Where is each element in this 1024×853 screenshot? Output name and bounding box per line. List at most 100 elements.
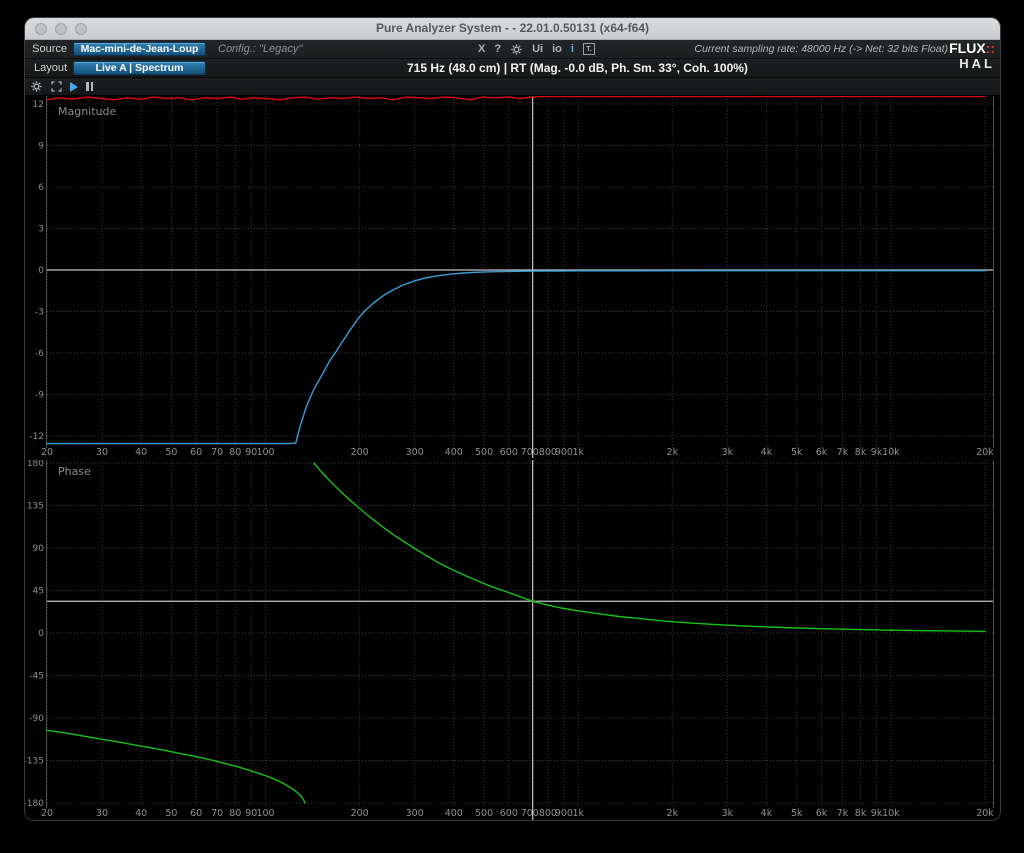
toolbar: Source Mac-mini-de-Jean-Loup Config.: "L…	[25, 40, 1000, 78]
x-tick-label: 500	[475, 447, 493, 458]
close-icon[interactable]: X	[478, 44, 485, 55]
magnitude-chart[interactable]: 2030405060708090100200300400500600700800…	[25, 96, 1000, 460]
y-tick-label: 180	[27, 460, 44, 469]
x-tick-label: 700	[521, 447, 539, 458]
x-tick-label: 10k	[882, 808, 900, 819]
x-tick-label: 600	[500, 808, 518, 819]
x-tick-label: 60	[190, 808, 202, 819]
x-tick-label: 9k	[871, 808, 883, 819]
flux-logo-accent: ::	[986, 40, 995, 56]
x-tick-label: 4k	[761, 447, 773, 458]
x-tick-label: 900	[555, 808, 573, 819]
titlebar[interactable]: Pure Analyzer System - - 22.01.0.50131 (…	[25, 18, 1000, 40]
x-tick-label: 700	[521, 808, 539, 819]
phase-low-curve	[47, 730, 305, 803]
sampling-rate-text: Current sampling rate: 48000 Hz (-> Net:…	[694, 40, 948, 58]
y-tick-label: 3	[38, 225, 44, 235]
x-tick-label: 6k	[816, 447, 828, 458]
x-tick-label: 20k	[976, 808, 994, 819]
y-tick-label: 0	[38, 629, 44, 639]
panel-title: Phase	[58, 465, 91, 478]
x-tick-label: 10k	[882, 447, 900, 458]
y-tick-label: -90	[29, 714, 44, 724]
flux-logo-text: FLUX	[949, 40, 986, 56]
coherence-curve	[47, 96, 985, 99]
x-tick-label: 70	[211, 808, 223, 819]
x-tick-label: 90	[245, 447, 257, 458]
y-tick-label: -180	[25, 799, 44, 809]
x-tick-label: 2k	[667, 447, 679, 458]
x-tick-label: 300	[406, 808, 424, 819]
y-tick-label: -9	[35, 391, 44, 401]
cursor-readout: 715 Hz (48.0 cm) | RT (Mag. -0.0 dB, Ph.…	[407, 59, 748, 77]
desktop: { "window": { "title": "Pure Analyzer Sy…	[0, 0, 1024, 853]
x-tick-label: 500	[475, 808, 493, 819]
gear-icon	[30, 80, 43, 93]
help-icon[interactable]: ?	[494, 44, 501, 55]
x-tick-label: 40	[135, 808, 147, 819]
x-tick-label: 200	[351, 447, 369, 458]
x-tick-label: 60	[190, 447, 202, 458]
y-tick-label: 6	[38, 183, 44, 193]
brand-block: FLUX:: HAL	[949, 41, 995, 70]
x-tick-label: 600	[500, 447, 518, 458]
x-tick-label: 400	[445, 808, 463, 819]
x-tick-label: 300	[406, 447, 424, 458]
y-tick-label: -3	[35, 308, 44, 318]
x-tick-label: 200	[351, 808, 369, 819]
layout-row: Layout Live A | Spectrum 715 Hz (48.0 cm…	[25, 59, 1000, 77]
x-tick-label: 5k	[791, 447, 803, 458]
x-tick-label: 50	[165, 808, 177, 819]
y-tick-label: -12	[29, 432, 44, 442]
x-tick-label: 6k	[816, 808, 828, 819]
layout-select-button[interactable]: Live A | Spectrum	[73, 61, 206, 75]
pause-button[interactable]	[86, 82, 93, 91]
x-tick-label: 80	[229, 447, 241, 458]
tooltip-icon[interactable]: T.	[583, 43, 595, 55]
x-tick-label: 1k	[572, 808, 584, 819]
x-tick-label: 50	[165, 447, 177, 458]
x-tick-label: 8k	[855, 808, 867, 819]
x-tick-label: 2k	[667, 808, 679, 819]
panel-title: Magnitude	[58, 105, 117, 118]
play-button[interactable]	[70, 82, 78, 92]
x-tick-label: 80	[229, 808, 241, 819]
settings-gears-icon[interactable]	[510, 43, 523, 56]
y-tick-label: 90	[33, 544, 45, 554]
x-tick-label: 30	[96, 447, 108, 458]
x-tick-label: 20	[41, 808, 53, 819]
info-icon[interactable]: i	[571, 44, 574, 55]
x-tick-label: 1k	[572, 447, 584, 458]
x-tick-label: 100	[256, 808, 274, 819]
y-tick-label: 135	[27, 502, 44, 512]
x-tick-label: 7k	[837, 808, 849, 819]
x-tick-label: 30	[96, 808, 108, 819]
transport-bar	[25, 78, 1000, 96]
y-tick-label: -135	[25, 757, 44, 767]
x-tick-label: 100	[256, 447, 274, 458]
analyzer-charts: 2030405060708090100200300400500600700800…	[25, 96, 1000, 820]
source-row: Source Mac-mini-de-Jean-Loup Config.: "L…	[25, 40, 1000, 59]
app-window: Pure Analyzer System - - 22.01.0.50131 (…	[25, 18, 1000, 820]
x-tick-label: 5k	[791, 808, 803, 819]
x-tick-label: 900	[555, 447, 573, 458]
x-tick-label: 20k	[976, 447, 994, 458]
hal-logo: HAL	[949, 57, 995, 70]
gear-icon	[510, 43, 523, 56]
ui-toggle-icon[interactable]: Ui	[532, 44, 543, 55]
view-settings-icon[interactable]	[30, 80, 43, 93]
x-tick-label: 4k	[761, 808, 773, 819]
x-tick-label: 3k	[722, 447, 734, 458]
x-tick-label: 9k	[871, 447, 883, 458]
fullscreen-icon[interactable]	[51, 81, 62, 92]
y-tick-label: 45	[33, 587, 44, 597]
y-tick-label: -45	[29, 672, 44, 682]
x-tick-label: 40	[135, 447, 147, 458]
y-tick-label: 0	[38, 266, 44, 276]
x-tick-label: 70	[211, 447, 223, 458]
source-select-button[interactable]: Mac-mini-de-Jean-Loup	[73, 42, 206, 56]
x-tick-label: 20	[41, 447, 53, 458]
phase-chart[interactable]: 2030405060708090100200300400500600700800…	[25, 460, 1000, 820]
toolbar-icons: X ? Ui io i T.	[478, 40, 595, 58]
io-toggle-icon[interactable]: io	[552, 44, 562, 55]
